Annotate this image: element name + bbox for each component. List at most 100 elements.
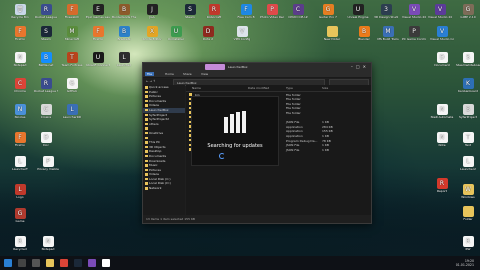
- navigation-pane[interactable]: Quick access Public Pictures Documents Video…: [143, 85, 185, 215]
- system-clock[interactable]: 19:20 01.01.2021: [456, 259, 474, 267]
- tab-view[interactable]: View: [201, 72, 208, 76]
- desktop-icon[interactable]: B Brackets: [112, 26, 136, 41]
- desktop-icon[interactable]: 🗑 Recycle Bin: [8, 4, 32, 19]
- desktop-icon-label: Robocraft: [206, 16, 222, 19]
- desktop-icon[interactable]: N NieR Automata: [430, 104, 454, 119]
- desktop-icon[interactable]: VVisual Studio 2019 QA: [428, 4, 452, 19]
- vs-taskbar-icon[interactable]: [88, 259, 96, 267]
- desktop-icon[interactable]: F Firefox: [8, 132, 32, 147]
- desktop-icon[interactable]: F Firefox: [8, 26, 32, 41]
- desktop-icon[interactable]: C Chrome: [8, 78, 32, 93]
- desktop-icon[interactable]: B Blender: [352, 26, 376, 41]
- desktop-icon[interactable]: N Nicolas: [8, 104, 32, 119]
- desktop-icon[interactable]: R Rocket League: [34, 4, 58, 19]
- search-taskbar-icon[interactable]: [18, 259, 26, 267]
- desktop-icon[interactable]: G Guitar Pro 7: [316, 4, 340, 19]
- desktop-icon[interactable]: U Unreal Engine: [346, 4, 370, 19]
- app-icon: R: [436, 178, 448, 189]
- desktop-icon[interactable]: S Steam: [178, 4, 202, 19]
- desktop-icon[interactable]: PPhoto Video Recorder: [260, 4, 284, 19]
- desktop-icon[interactable]: L Launcher: [112, 52, 136, 67]
- splash-message: Searching for updates: [207, 143, 263, 149]
- desktop-icon[interactable]: K Kanbanboard: [456, 78, 480, 93]
- desktop-icon[interactable]: D Document: [430, 52, 454, 67]
- desktop-icon[interactable]: BBorderlands The Pre-Sequel: [112, 4, 136, 19]
- desktop-icon[interactable]: V VPN Config: [230, 26, 254, 41]
- desktop-icon[interactable]: B Battle.net: [34, 52, 58, 67]
- desktop-icon[interactable]: J JGA: [140, 4, 164, 19]
- desktop-icon[interactable]: PPC Game Controllers: [402, 26, 426, 41]
- desktop-icon[interactable]: M Minecraft: [60, 26, 84, 41]
- start-taskbar-icon[interactable]: [4, 259, 12, 267]
- desktop-icon[interactable]: D Dota 2: [196, 26, 220, 41]
- desktop-icon[interactable]: L LauncherRD: [60, 104, 84, 119]
- app-icon: F: [66, 4, 78, 15]
- desktop-icon[interactable]: R Report: [430, 178, 454, 193]
- desktop-icon[interactable]: F Firewatch: [60, 4, 84, 19]
- tab-file[interactable]: File: [145, 72, 155, 76]
- col-size[interactable]: Size: [322, 86, 328, 90]
- desktop-icon[interactable]: N Notepad: [8, 52, 32, 67]
- desktop-icon-label: Unreal Engine: [347, 16, 369, 19]
- desktop-icon-label: NieR Automata: [430, 116, 454, 119]
- ribbon[interactable]: File Home Share View: [143, 71, 371, 78]
- app-icon: R: [208, 4, 220, 15]
- desktop-icon[interactable]: R Recycled: [8, 236, 32, 251]
- steam-taskbar-icon[interactable]: [74, 259, 82, 267]
- desktop-icon[interactable]: 3 3D Design Studio: [374, 4, 398, 19]
- desktop-icon[interactable]: G GitHub: [60, 78, 84, 93]
- nav-item[interactable]: Network: [143, 186, 185, 191]
- app-icon: S: [40, 26, 52, 37]
- desktop-icon[interactable]: U Uninstaller: [164, 26, 188, 41]
- desktop-icon[interactable]: L LauncherT: [8, 156, 32, 171]
- desktop-icon[interactable]: N Notepad: [36, 236, 60, 251]
- col-date[interactable]: Date modified: [248, 86, 269, 90]
- app-icon: C: [292, 4, 304, 15]
- desktop-icon-label: Kanbanboard: [458, 90, 478, 93]
- desktop-icon-label: Privacy Visible: [37, 168, 59, 171]
- desktop-icon[interactable]: F Firefox: [86, 26, 110, 41]
- desktop-icon[interactable]: L Launcher2: [456, 156, 480, 171]
- taskview-taskbar-icon[interactable]: [32, 259, 40, 267]
- desktop-icon[interactable]: N Note: [430, 132, 454, 147]
- desktop-icon[interactable]: VVisual Studio 2017: [402, 4, 426, 19]
- desktop-icon[interactable]: F Free Cam 8: [234, 4, 258, 19]
- desktop-icon[interactable]: G GIMP 2.10: [456, 4, 480, 19]
- desktop-icon[interactable]: P Privacy Visible: [36, 156, 60, 171]
- desktop-icon[interactable]: R Robocraft: [202, 4, 226, 19]
- desktop-icon-label: Report: [437, 190, 447, 193]
- col-name[interactable]: Name: [192, 86, 201, 90]
- chrome-taskbar-icon[interactable]: [60, 259, 68, 267]
- desktop-icon[interactable]: G Game: [8, 208, 32, 223]
- desktop-icon[interactable]: T Team Fortress: [60, 52, 84, 67]
- launcher-taskbar-icon[interactable]: [102, 259, 110, 267]
- manage-tab-badge[interactable]: [205, 64, 225, 70]
- desktop-icon[interactable]: R RW: [456, 236, 480, 251]
- tab-home[interactable]: Home: [165, 72, 174, 76]
- app-icon: V: [434, 4, 446, 15]
- tab-share[interactable]: Share: [183, 72, 192, 76]
- desktop-icon[interactable]: S Steamwhiteboard: [456, 52, 480, 67]
- desktop-icon[interactable]: L Logo: [8, 184, 32, 199]
- desktop-icon[interactable]: X Xcode Editor: [140, 26, 164, 41]
- desktop-icon[interactable]: S Steam: [34, 26, 58, 41]
- nav-arrows-icon[interactable]: ← → ↑: [146, 79, 155, 83]
- desktop-icon[interactable]: T Text: [456, 132, 480, 147]
- desktop-icon[interactable]: Folder: [456, 206, 480, 221]
- desktop-icon[interactable]: RRocket League Tools: [34, 78, 58, 93]
- desktop-icon[interactable]: D Doc: [34, 132, 58, 147]
- desktop-icon[interactable]: M MS Build Tools: [376, 26, 400, 41]
- desktop-icon[interactable]: C CPUID CPU-Z: [286, 4, 310, 19]
- desktop-icon[interactable]: VVisual Studio Code: [430, 26, 454, 41]
- desktop-icon[interactable]: New folder: [320, 26, 344, 41]
- explorer-taskbar-icon[interactable]: [46, 259, 54, 267]
- title-bar[interactable]: LauncherBox –□✕: [143, 63, 371, 71]
- desktop-icon[interactable]: C Crosire: [34, 104, 58, 119]
- desktop-icon[interactable]: EEpic Games Launcher: [86, 4, 110, 19]
- desktop-icon[interactable]: W Windows: [456, 184, 480, 199]
- window-controls[interactable]: –□✕: [351, 64, 369, 69]
- col-type[interactable]: Type: [286, 86, 293, 90]
- desktop-icon[interactable]: U Ubisoft Connect: [86, 52, 110, 67]
- app-icon: V: [408, 4, 420, 15]
- desktop-icon[interactable]: S SyferProject: [456, 104, 480, 119]
